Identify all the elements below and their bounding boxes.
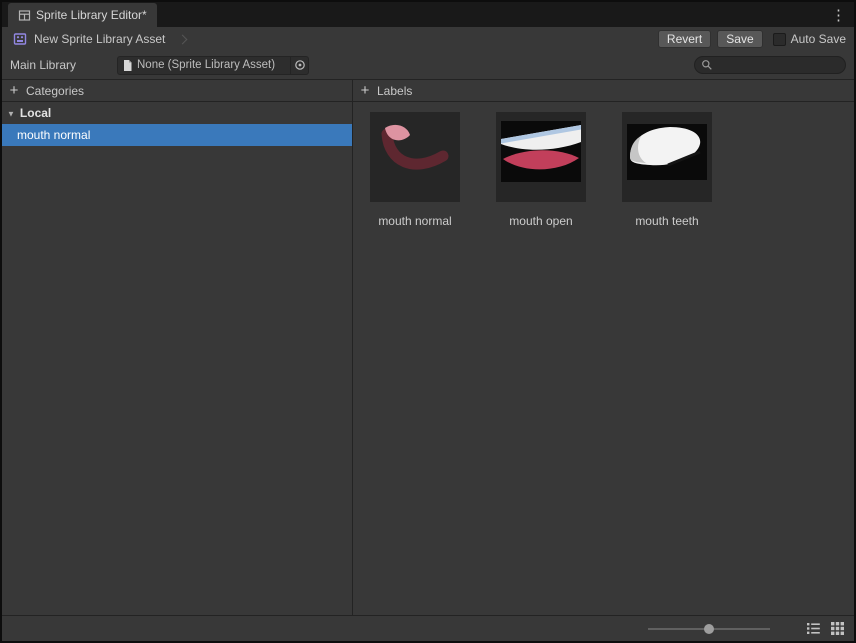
main-library-row: Main Library None (Sprite Library Asset)	[2, 51, 854, 79]
tab-sprite-library-editor[interactable]: Sprite Library Editor*	[8, 3, 157, 27]
label-item-name: mouth normal	[378, 214, 452, 228]
grid-view-icon	[830, 622, 844, 635]
search-field	[694, 56, 846, 74]
categories-list: ▼ Local mouth normal	[2, 102, 352, 615]
foldout-arrow-icon: ▼	[7, 109, 15, 118]
categories-title: Categories	[26, 83, 85, 98]
labels-panel: + Labels mouth normal mouth open mouth t…	[353, 80, 854, 615]
category-group-label: Local	[19, 106, 52, 120]
save-button[interactable]: Save	[717, 30, 763, 48]
asset-document-icon	[122, 59, 133, 72]
auto-save-label: Auto Save	[790, 32, 846, 46]
kebab-menu-icon[interactable]: ⋮	[823, 5, 854, 27]
breadcrumb-item[interactable]: New Sprite Library Asset	[34, 32, 165, 46]
local-foldout[interactable]: ▼ Local	[2, 102, 352, 124]
labels-grid-body: mouth normal mouth open mouth teeth	[353, 102, 854, 615]
list-view-button[interactable]	[804, 620, 822, 638]
toolbar: New Sprite Library Asset Revert Save Aut…	[2, 27, 854, 51]
object-picker-button[interactable]	[290, 56, 308, 74]
thumbnail-size-slider[interactable]	[648, 622, 770, 636]
auto-save-checkbox[interactable]	[772, 32, 786, 46]
tab-title: Sprite Library Editor*	[36, 8, 147, 22]
breadcrumb: New Sprite Library Asset	[8, 28, 190, 50]
slider-knob[interactable]	[704, 623, 715, 634]
category-row-label: mouth normal	[17, 128, 91, 142]
search-input[interactable]	[717, 59, 839, 71]
main-library-label: Main Library	[10, 58, 77, 72]
label-item-name: mouth teeth	[635, 214, 699, 228]
sprite-thumbnail-mouth-open	[496, 112, 586, 202]
revert-button[interactable]: Revert	[657, 30, 712, 48]
categories-header: + Categories	[2, 80, 352, 102]
category-row-mouth-normal[interactable]: mouth normal	[2, 124, 352, 146]
auto-save-toggle: Auto Save	[772, 32, 846, 46]
add-category-button[interactable]: +	[2, 81, 26, 101]
sprite-library-editor-window: Sprite Library Editor* ⋮ New Sprite Libr…	[0, 0, 856, 643]
footer-bar	[2, 615, 854, 641]
labels-grid: mouth normal mouth open mouth teeth	[353, 102, 854, 228]
main-split: + Categories ▼ Local mouth normal + Labe…	[2, 79, 854, 615]
tab-bar: Sprite Library Editor* ⋮	[2, 2, 854, 27]
label-item-name: mouth open	[509, 214, 573, 228]
list-view-icon	[806, 623, 820, 634]
grid-view-button[interactable]	[828, 620, 846, 638]
label-item-mouth-open[interactable]: mouth open	[496, 112, 586, 228]
main-library-object-field[interactable]: None (Sprite Library Asset)	[117, 55, 309, 75]
add-label-button[interactable]: +	[353, 81, 377, 101]
labels-title: Labels	[377, 83, 413, 98]
label-item-mouth-normal[interactable]: mouth normal	[370, 112, 460, 228]
labels-header: + Labels	[353, 80, 854, 102]
search-icon	[701, 59, 713, 71]
sprite-library-editor-icon	[18, 9, 31, 22]
sprite-thumbnail-mouth-teeth	[622, 112, 712, 202]
object-field-value: None (Sprite Library Asset)	[137, 59, 276, 71]
sprite-library-asset-icon	[12, 31, 28, 47]
categories-panel: + Categories ▼ Local mouth normal	[2, 80, 353, 615]
sprite-thumbnail-mouth-normal	[370, 112, 460, 202]
breadcrumb-chevron-icon	[177, 34, 188, 44]
label-item-mouth-teeth[interactable]: mouth teeth	[622, 112, 712, 228]
